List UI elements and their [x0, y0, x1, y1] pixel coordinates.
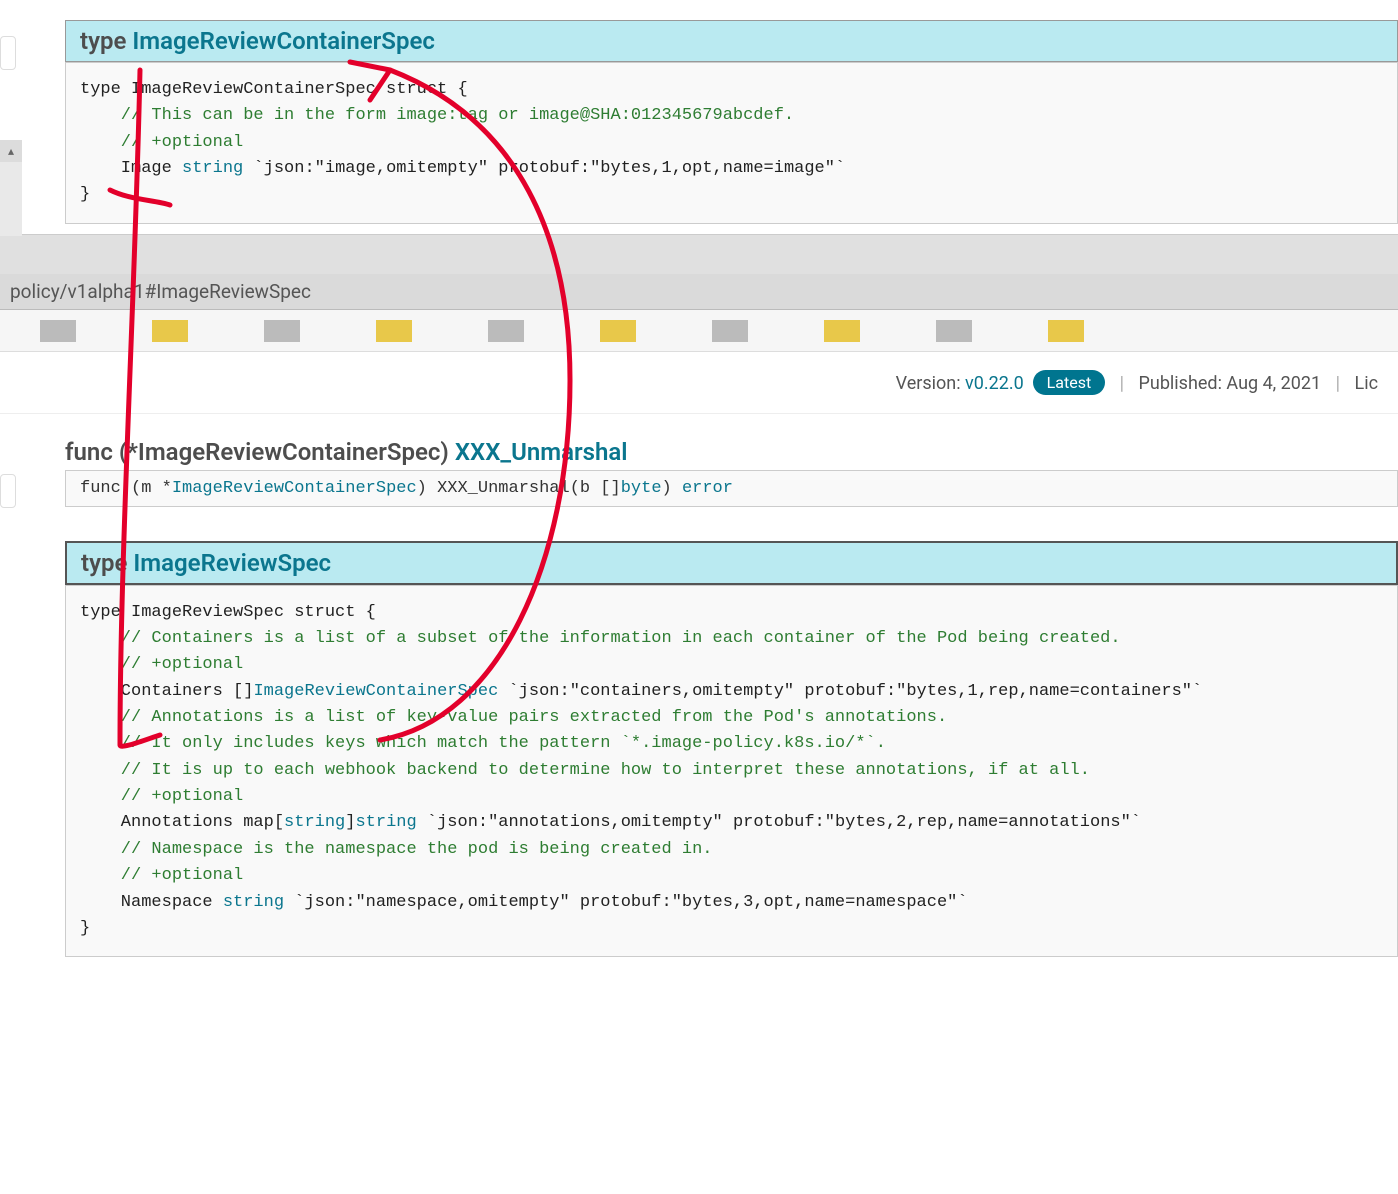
type-header-containerspec: type ImageReviewContainerSpec: [65, 20, 1398, 62]
license-label: Lic: [1355, 373, 1379, 394]
version-label: Version:: [896, 373, 965, 394]
func-signature-block: func (m *ImageReviewContainerSpec) XXX_U…: [65, 470, 1398, 507]
type-link-reviewspec[interactable]: ImageReviewSpec: [133, 549, 331, 577]
code-type-link[interactable]: ImageReviewContainerSpec: [253, 682, 498, 701]
code-block-reviewspec: type ImageReviewSpec struct { // Contain…: [65, 585, 1398, 957]
type-header-reviewspec: type ImageReviewSpec: [65, 541, 1398, 585]
sig-type-link[interactable]: ImageReviewContainerSpec: [172, 479, 417, 498]
func-link-unmarshal[interactable]: XXX_Unmarshal: [455, 438, 628, 466]
type-keyword: type: [81, 549, 133, 577]
published-label: Published:: [1139, 373, 1227, 394]
sidebar-widget-top[interactable]: [0, 36, 16, 70]
func-prefix: func (*ImageReviewContainerSpec): [65, 438, 455, 466]
package-metadata-bar: Version: v0.22.0 Latest | Published: Aug…: [0, 352, 1398, 414]
divider: |: [1120, 373, 1124, 394]
func-heading-unmarshal: func (*ImageReviewContainerSpec) XXX_Unm…: [65, 438, 1398, 470]
address-bar-fragment[interactable]: policy/v1alpha1#ImageReviewSpec: [0, 274, 1398, 310]
sidebar-widget-mid[interactable]: [0, 474, 16, 508]
bookmarks-row: [0, 310, 1398, 352]
browser-chrome-gap: [0, 234, 1398, 274]
divider: |: [1336, 373, 1340, 394]
type-keyword: type: [80, 27, 132, 55]
scroll-up-arrow-icon[interactable]: ▴: [0, 140, 22, 162]
latest-badge[interactable]: Latest: [1033, 370, 1106, 395]
version-link[interactable]: v0.22.0: [965, 373, 1024, 394]
type-link-containerspec[interactable]: ImageReviewContainerSpec: [132, 27, 435, 55]
url-text: policy/v1alpha1#ImageReviewSpec: [10, 280, 311, 303]
code-block-containerspec: type ImageReviewContainerSpec struct { /…: [65, 62, 1398, 224]
published-value: Aug 4, 2021: [1226, 373, 1321, 394]
scrollbar-top-pane[interactable]: ▴: [0, 140, 22, 236]
